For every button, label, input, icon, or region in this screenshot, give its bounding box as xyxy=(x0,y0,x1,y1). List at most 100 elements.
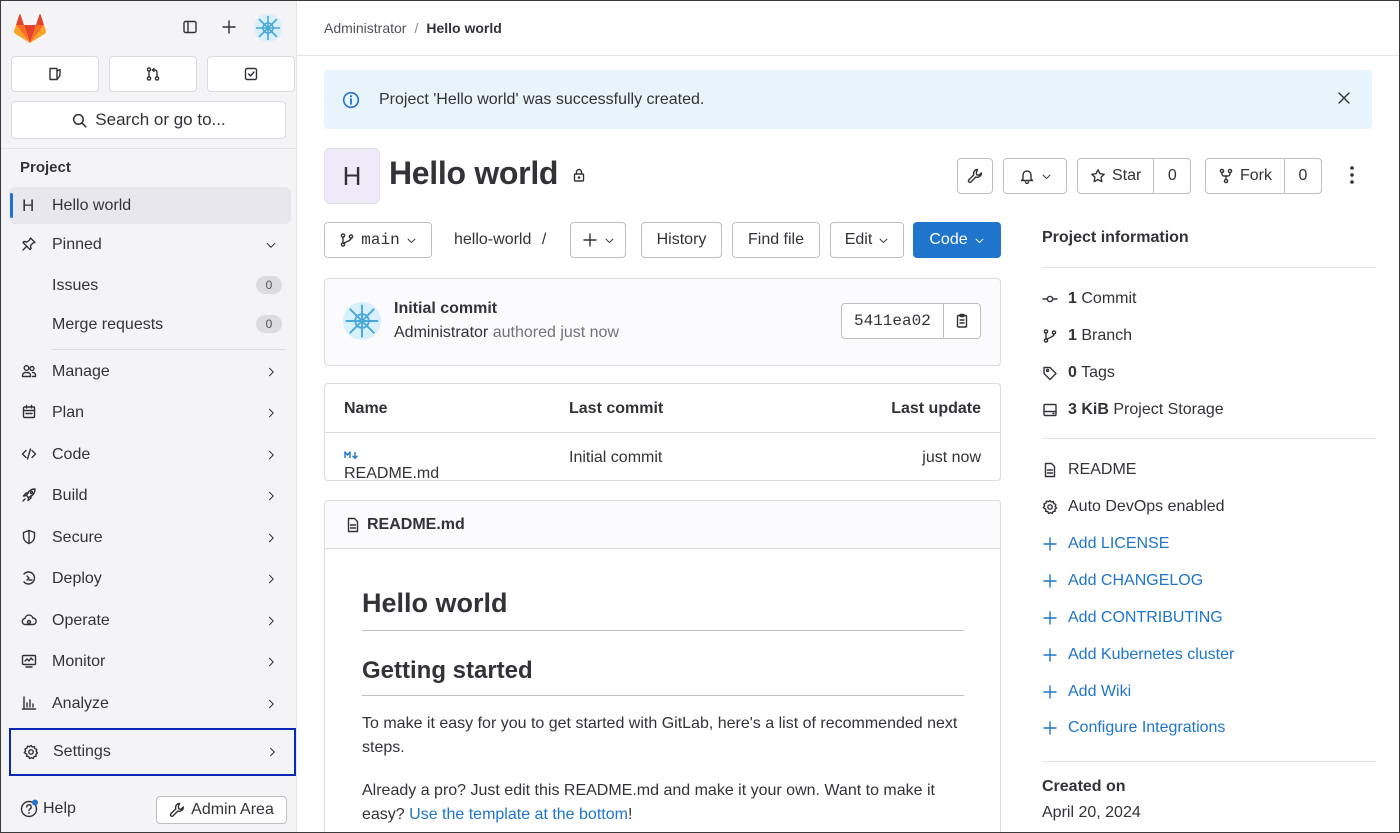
star-count[interactable]: 0 xyxy=(1154,159,1190,193)
toggle-sidebar-button[interactable] xyxy=(178,15,202,39)
chevron-down-icon xyxy=(266,242,276,248)
readme-p2-end: ! xyxy=(627,806,633,823)
chevron-down-icon xyxy=(975,238,984,243)
help-button[interactable]: Help xyxy=(19,799,76,819)
commit-title-link[interactable]: Initial commit xyxy=(394,300,497,318)
admin-area-button[interactable]: Admin Area xyxy=(156,796,287,824)
readme-link[interactable]: README xyxy=(1042,461,1136,479)
pinned-divider xyxy=(52,349,285,350)
commit-author-link[interactable]: Administrator xyxy=(394,324,488,341)
commit-sha[interactable]: 5411ea02 xyxy=(842,304,944,338)
file-name-link[interactable]: README.md xyxy=(344,449,439,482)
notifications-dropdown[interactable] xyxy=(1003,158,1067,194)
commit-author-avatar[interactable] xyxy=(343,302,381,340)
sidebar-item-operate[interactable]: Operate xyxy=(9,602,291,639)
repo-path-link[interactable]: hello-world xyxy=(454,231,531,248)
sidebar-item-label: Code xyxy=(52,445,91,463)
readme-heading-1: Hello world xyxy=(362,588,964,631)
add-kubernetes-cluster-link[interactable]: Add Kubernetes cluster xyxy=(1042,646,1234,664)
auto-devops-link[interactable]: Auto DevOps enabled xyxy=(1042,498,1225,516)
configure-integrations-link[interactable]: Configure Integrations xyxy=(1042,719,1225,737)
fork-button[interactable]: Fork 0 xyxy=(1205,158,1322,194)
sidebar-item-build[interactable]: Build xyxy=(9,477,291,514)
wrench-icon xyxy=(967,168,982,183)
project-title: Hello world xyxy=(389,155,559,191)
search-button[interactable]: Search or go to... xyxy=(11,101,286,139)
sidebar-section-title: Project xyxy=(20,159,71,176)
lock-icon xyxy=(573,168,585,182)
last-commit-panel: Initial commit Administrator authored ju… xyxy=(324,278,1001,366)
add-wiki-link[interactable]: Add Wiki xyxy=(1042,683,1131,701)
chevron-right-icon xyxy=(268,699,274,709)
sidebar-item-project[interactable]: H Hello world xyxy=(9,187,291,224)
sidebar-item-label: Settings xyxy=(53,743,111,760)
branches-link[interactable]: 1 Branch xyxy=(1042,327,1132,345)
close-icon[interactable] xyxy=(1336,90,1352,106)
star-button[interactable]: Star 0 xyxy=(1077,158,1192,194)
breadcrumb-parent-link[interactable]: Administrator xyxy=(324,20,406,36)
more-actions-button[interactable] xyxy=(1343,163,1361,187)
storage-link[interactable]: 3 KiB Project Storage xyxy=(1042,401,1224,419)
user-avatar[interactable] xyxy=(254,14,282,42)
sidebar-item-label: Build xyxy=(52,486,88,504)
commit-icon xyxy=(1042,295,1058,303)
create-new-button[interactable] xyxy=(217,15,241,39)
info-divider xyxy=(1042,438,1376,439)
todo-icon xyxy=(244,67,258,81)
fork-count[interactable]: 0 xyxy=(1285,159,1321,193)
find-file-button[interactable]: Find file xyxy=(732,222,820,258)
sidebar-item-settings[interactable]: Settings xyxy=(9,728,296,776)
sidebar-item-monitor[interactable]: Monitor xyxy=(9,643,291,680)
tags-link[interactable]: 0 Tags xyxy=(1042,364,1115,382)
add-to-tree-dropdown[interactable] xyxy=(570,222,626,258)
star-label: Star xyxy=(1112,167,1142,184)
edit-dropdown[interactable]: Edit xyxy=(830,222,904,258)
add-changelog-link[interactable]: Add CHANGELOG xyxy=(1042,572,1203,590)
sidebar-divider xyxy=(0,148,297,149)
commits-link[interactable]: 1 Commit xyxy=(1042,290,1136,308)
column-header-name: Name xyxy=(344,400,388,417)
sidebar-item-code[interactable]: Code xyxy=(9,436,291,473)
branch-label: Branch xyxy=(1081,327,1133,344)
table-row: README.md Initial commit just now xyxy=(325,433,1000,482)
sidebar-item-pinned[interactable]: Pinned xyxy=(9,226,291,263)
sidebar-item-manage[interactable]: Manage xyxy=(9,353,291,390)
document-icon xyxy=(1044,462,1056,478)
help-label: Help xyxy=(43,800,76,817)
branch-selector[interactable]: main xyxy=(324,222,432,258)
history-button[interactable]: History xyxy=(641,222,722,258)
document-icon xyxy=(347,517,359,532)
sidebar-item-analyze[interactable]: Analyze xyxy=(9,685,291,722)
breadcrumb: Administrator / Hello world xyxy=(324,20,502,36)
admin-settings-button[interactable] xyxy=(957,158,993,194)
sidebar-item-merge-requests[interactable]: Merge requests 0 xyxy=(9,306,291,343)
rocket-icon xyxy=(22,488,36,502)
file-last-commit-link[interactable]: Initial commit xyxy=(569,449,662,467)
sidebar-item-label: Secure xyxy=(52,528,103,546)
copy-sha-button[interactable] xyxy=(944,304,980,338)
monitor-icon xyxy=(21,654,37,668)
template-link[interactable]: Use the template at the bottom xyxy=(409,806,628,823)
code-dropdown[interactable]: Code xyxy=(913,222,1001,258)
breadcrumb-current-link[interactable]: Hello world xyxy=(426,20,501,36)
project-info-title: Project information xyxy=(1042,229,1189,246)
sidebar-item-secure[interactable]: Secure xyxy=(9,519,291,556)
chart-icon xyxy=(21,696,37,710)
project-letter-icon: H xyxy=(22,196,35,215)
add-license-link[interactable]: Add LICENSE xyxy=(1042,535,1169,553)
sidebar-icon xyxy=(183,20,197,34)
info-divider xyxy=(1042,267,1376,268)
gitlab-logo-icon[interactable] xyxy=(13,12,47,44)
add-contributing-link[interactable]: Add CONTRIBUTING xyxy=(1042,609,1223,627)
sidebar-item-deploy[interactable]: Deploy xyxy=(9,560,291,597)
file-last-update: just now xyxy=(922,449,981,466)
assigned-issues-button[interactable] xyxy=(11,56,99,92)
storage-icon xyxy=(1043,403,1057,417)
commit-count: 1 xyxy=(1068,290,1077,307)
merge-requests-button[interactable] xyxy=(109,56,197,92)
readme-filename-link[interactable]: README.md xyxy=(367,516,465,534)
sidebar-item-issues[interactable]: Issues 0 xyxy=(9,267,291,304)
sidebar-item-plan[interactable]: Plan xyxy=(9,394,291,431)
top-bar: Administrator / Hello world xyxy=(297,0,1400,56)
todo-list-button[interactable] xyxy=(207,56,295,92)
